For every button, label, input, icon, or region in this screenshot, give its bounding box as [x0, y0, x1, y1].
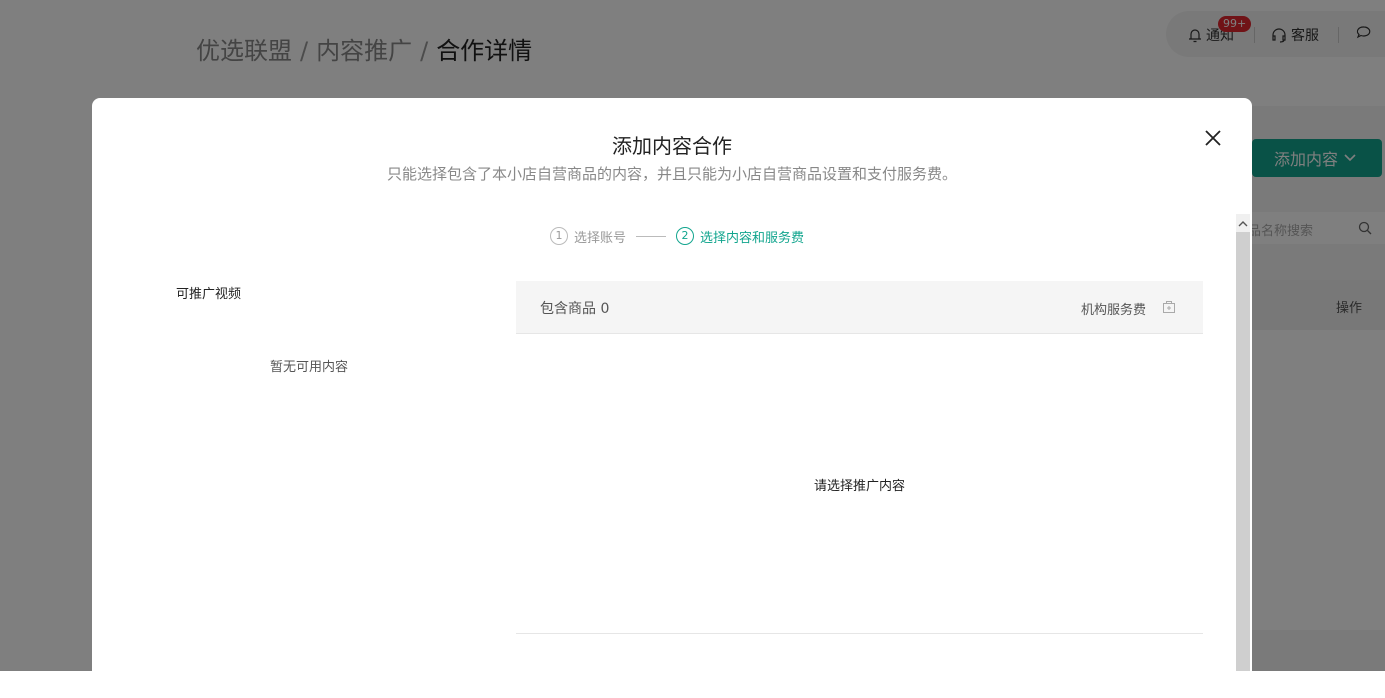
modal-subtitle: 只能选择包含了本小店自营商品的内容，并且只能为小店自营商品设置和支付服务费。 — [386, 165, 957, 183]
step-select-content: 2 选择内容和服务费 — [676, 227, 804, 246]
modal-title: 添加内容合作 — [612, 134, 732, 158]
step-select-account[interactable]: 1 选择账号 — [550, 227, 626, 246]
chevron-up-icon — [1238, 220, 1248, 226]
step-indicator: 1 选择账号 2 选择内容和服务费 — [550, 226, 804, 246]
step-number: 1 — [550, 227, 568, 245]
panel-bottom-divider — [516, 633, 1203, 634]
scroll-up-button[interactable] — [1236, 214, 1250, 232]
product-count-label: 包含商品 0 — [540, 301, 610, 317]
agency-fee-label: 机构服务费 — [1081, 303, 1147, 318]
selected-content-header: 包含商品 0 机构服务费 — [516, 281, 1203, 334]
left-empty-text: 暂无可用内容 — [270, 360, 349, 375]
step-number: 2 — [676, 227, 695, 245]
step-label: 选择账号 — [574, 230, 627, 246]
selected-content-panel: 包含商品 0 机构服务费 请选择推广内容 — [516, 281, 1203, 634]
modal-scrollbar[interactable] — [1236, 214, 1250, 671]
add-content-cooperation-modal: 添加内容合作 只能选择包含了本小店自营商品的内容，并且只能为小店自营商品设置和支… — [92, 98, 1252, 698]
promotable-videos-title: 可推广视频 — [176, 287, 242, 302]
right-empty-text: 请选择推广内容 — [813, 479, 905, 494]
close-icon — [1205, 130, 1221, 146]
close-button[interactable] — [1202, 127, 1224, 149]
fee-setting-icon[interactable] — [1162, 300, 1176, 314]
step-label: 选择内容和服务费 — [700, 230, 805, 246]
step-connector — [636, 235, 667, 237]
